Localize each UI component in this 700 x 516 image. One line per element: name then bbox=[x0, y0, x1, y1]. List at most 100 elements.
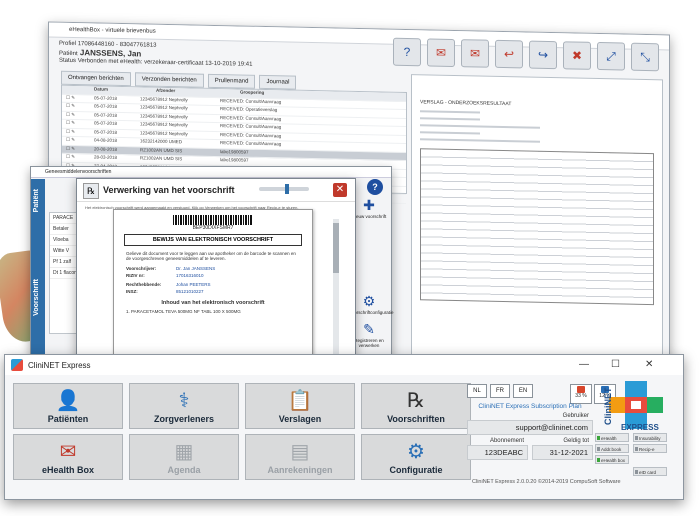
ehealthbox-toolbar: ? ✉ ✉ ↩ ↪ ✖ ⤢ ⤡ bbox=[393, 37, 659, 72]
row-group: RECEIVED: Consult/Aanvraag bbox=[220, 114, 282, 121]
close-icon[interactable]: ✕ bbox=[333, 183, 347, 197]
feature-indicator: eID card bbox=[633, 467, 667, 476]
collapse-icon[interactable]: ⤡ bbox=[631, 42, 659, 72]
subscription-plan: CliniNET Express Subscription Plan bbox=[478, 403, 582, 410]
status-led-icon bbox=[635, 447, 638, 451]
minimize-icon[interactable]: — bbox=[579, 359, 589, 370]
report-line bbox=[420, 131, 480, 135]
help-icon[interactable]: ? bbox=[367, 179, 383, 195]
tile-voorschriften[interactable]: ℞ Voorschriften bbox=[361, 383, 471, 429]
maximize-icon[interactable]: ☐ bbox=[611, 359, 620, 370]
rechthebbende-value: Johan PEETERS bbox=[176, 282, 211, 287]
tile-patienten[interactable]: 👤 Patiënten bbox=[13, 383, 123, 429]
mail-send-icon[interactable]: ✉ bbox=[461, 39, 489, 68]
abonnement-value: 123DEABC bbox=[467, 445, 528, 460]
patient-label: Patiënt bbox=[59, 50, 78, 58]
report-line bbox=[420, 117, 480, 121]
tab-verzonden[interactable]: Verzonden berichten bbox=[134, 72, 204, 88]
tile-ehealth-box[interactable]: ✉ eHealth Box bbox=[13, 434, 123, 480]
abonnement-label: Abonnement bbox=[489, 438, 524, 444]
row-date: 05-07-2018 bbox=[94, 111, 118, 118]
row-status-icons: ☐ ✎ bbox=[66, 94, 76, 100]
status-led-icon bbox=[597, 458, 600, 462]
tile-configuratie[interactable]: ⚙ Configuratie bbox=[361, 434, 471, 480]
row-date: 28-03-2018 bbox=[94, 154, 118, 160]
col-groepering[interactable]: Groepering bbox=[236, 89, 264, 97]
profiel-label: Profiel bbox=[59, 40, 77, 48]
expand-icon[interactable]: ⤢ bbox=[597, 41, 625, 71]
report-title: VERSLAG - ONDERZOEKSRESULTAAT bbox=[420, 99, 512, 108]
mail-receive-icon[interactable]: ✉ bbox=[427, 38, 455, 68]
prescription-icon: ℞ bbox=[83, 183, 99, 199]
mail-reply-icon[interactable]: ↩ bbox=[495, 39, 523, 69]
status-led-icon bbox=[597, 447, 600, 451]
row-group: RECEIVED: Operatieverslag bbox=[220, 106, 278, 113]
new-prescription-label: Nieuw voorschrift bbox=[351, 214, 387, 219]
report-table bbox=[420, 148, 654, 306]
lang-fr-button[interactable]: FR bbox=[490, 384, 510, 398]
tile-verslagen[interactable]: 📋 Verslagen bbox=[245, 383, 355, 429]
brand-bottom-text: EXPRESS bbox=[621, 423, 659, 432]
lang-nl-button[interactable]: NL bbox=[467, 384, 487, 398]
feature-indicator: Recip-e bbox=[633, 444, 667, 453]
module-tiles: 👤 Patiënten ⚕ Zorgverleners 📋 Verslagen … bbox=[13, 383, 471, 480]
feature-indicator: eHealth box bbox=[595, 455, 629, 464]
tile-aanrekeningen: ▤ Aanrekeningen bbox=[245, 434, 355, 480]
calendar-icon: ▦ bbox=[174, 441, 194, 463]
zoom-slider-handle[interactable] bbox=[285, 184, 289, 194]
app-footer: CliniNET Express 2.0.0.20 ©2014-2019 Com… bbox=[472, 479, 621, 485]
tab-prullenmand[interactable]: Prullenmand bbox=[207, 73, 256, 89]
row-date: 05-07-2018 bbox=[94, 103, 118, 109]
tile-label: Aanrekeningen bbox=[267, 465, 333, 475]
usage-icon bbox=[577, 386, 585, 393]
voorschrijver-value: Dr. Jan JANSSENS bbox=[176, 266, 216, 271]
gear-icon: ⚙ bbox=[407, 441, 425, 463]
row-status-icons: ☐ ✎ bbox=[66, 119, 76, 126]
tab-ontvangen[interactable]: Ontvangen berichten bbox=[61, 70, 131, 87]
feature-label: eHealth box bbox=[601, 458, 626, 463]
rechthebbende-label: Rechthebbende: bbox=[126, 282, 162, 287]
feature-label: Addr.book bbox=[601, 447, 622, 452]
prescription-document: BEP30DIXFSMR7 BEWIJS VAN ELEKTRONISCH VO… bbox=[113, 209, 313, 371]
subscription-details: Abonnement Geldig tot 123DEABC 31-12-202… bbox=[467, 438, 593, 463]
row-group: RECEIVED: Consult/Aanvraag bbox=[220, 140, 282, 147]
gebruiker-value: support@clininet.com bbox=[467, 420, 593, 435]
row-status-icons: ☐ ✎ bbox=[66, 153, 76, 160]
feature-indicator: Addr.book bbox=[595, 444, 629, 453]
prescription-code: BEP30DIXFSMR7 bbox=[192, 225, 234, 231]
content-header: Inhoud van het elektronisch voorschrift bbox=[161, 300, 265, 306]
scrollbar-thumb[interactable] bbox=[333, 223, 339, 273]
help-icon[interactable]: ? bbox=[393, 37, 421, 67]
row-date: 05-07-2018 bbox=[94, 120, 118, 126]
row-group: RECEIVED: Consult/Aanvraag bbox=[220, 97, 282, 104]
mail-forward-icon[interactable]: ↪ bbox=[529, 40, 557, 70]
tile-label: Agenda bbox=[167, 465, 201, 475]
side-tab-voorschrift[interactable]: Voorschrift bbox=[33, 279, 40, 316]
tile-label: Patiënten bbox=[47, 414, 89, 424]
brand-top-text: CliniNET bbox=[603, 387, 613, 426]
close-icon[interactable]: ✕ bbox=[645, 359, 653, 370]
status-led-icon bbox=[635, 470, 638, 474]
report-line bbox=[420, 110, 480, 114]
tile-agenda: ▦ Agenda bbox=[129, 434, 239, 480]
tile-label: Verslagen bbox=[278, 414, 322, 424]
document-intro: Gelieve dit document voor te leggen aan … bbox=[126, 251, 296, 261]
processing-dialog: ℞ Verwerking van het voorschrift ✕ Het e… bbox=[76, 178, 356, 371]
side-tab-patient[interactable]: Patiënt bbox=[33, 189, 40, 212]
report-clipboard-icon: 📋 bbox=[287, 390, 313, 412]
row-group: RECEIVED: Consult/Aanvraag bbox=[220, 131, 282, 138]
row-group: RECEIVED: Consult/Aanvraag bbox=[220, 123, 282, 130]
app-title: CliniNET Express bbox=[28, 360, 91, 370]
ehealth-box-icon: ✉ bbox=[59, 441, 77, 463]
dialog-scrollbar[interactable] bbox=[333, 219, 339, 359]
status-led-icon bbox=[635, 436, 638, 440]
language-selector: NL FR EN bbox=[467, 384, 533, 398]
tab-journaal[interactable]: Journaal bbox=[259, 74, 297, 90]
mail-delete-icon[interactable]: ✖ bbox=[563, 41, 591, 70]
lang-en-button[interactable]: EN bbox=[513, 384, 533, 398]
tile-zorgverleners[interactable]: ⚕ Zorgverleners bbox=[129, 383, 239, 429]
subscription-panel: CliniNET Express Subscription Plan Gebru… bbox=[467, 403, 593, 463]
tile-label: Configuratie bbox=[389, 465, 443, 475]
report-preview: VERSLAG - ONDERZOEKSRESULTAAT bbox=[411, 74, 663, 372]
zoom-slider[interactable] bbox=[259, 184, 309, 194]
